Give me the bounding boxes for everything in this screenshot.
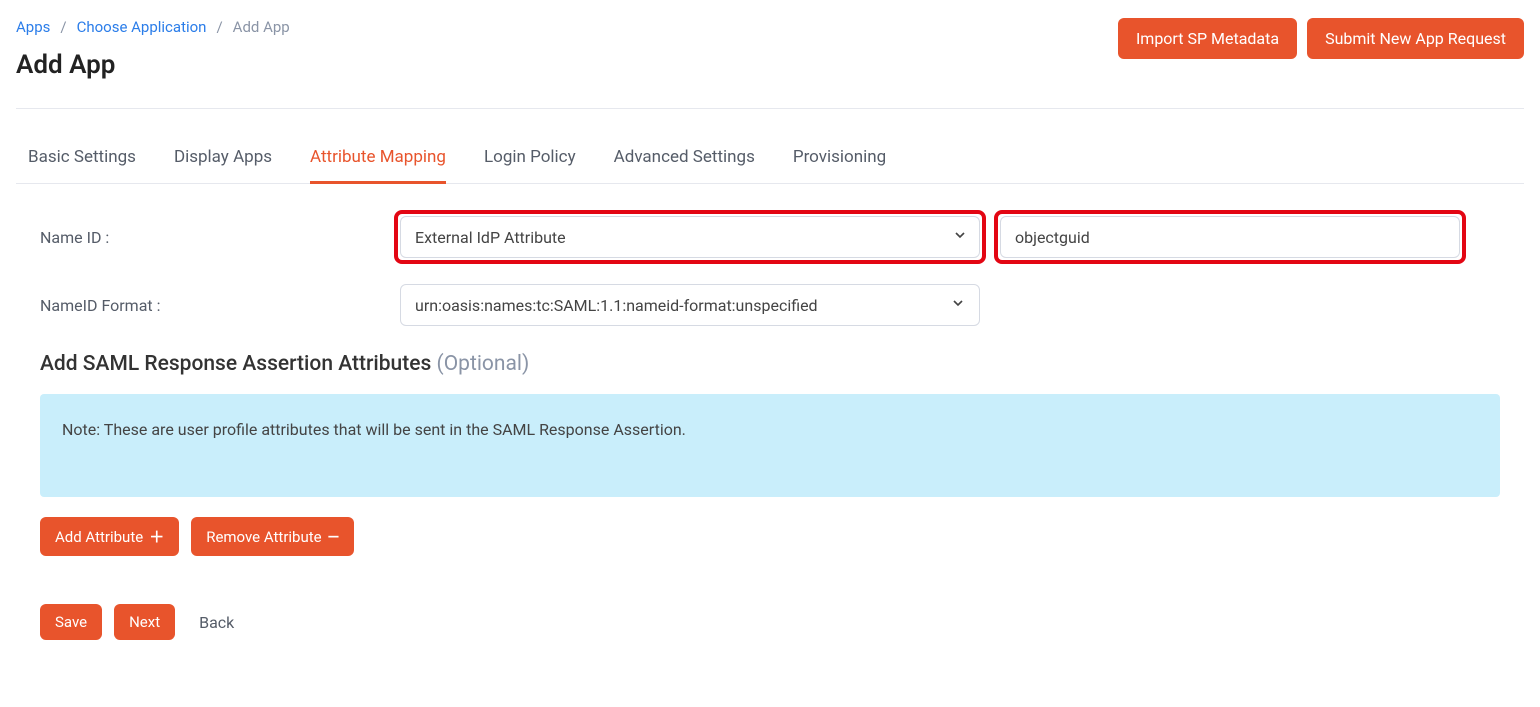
breadcrumb-link-apps[interactable]: Apps — [16, 18, 50, 36]
add-attribute-label: Add Attribute — [55, 528, 143, 546]
save-button[interactable]: Save — [40, 604, 102, 640]
breadcrumb: Apps / Choose Application / Add App — [16, 18, 290, 36]
add-attribute-button[interactable]: Add Attribute ＋ — [40, 517, 179, 556]
remove-attribute-label: Remove Attribute — [206, 528, 321, 546]
section-title: Add SAML Response Assertion Attributes (… — [40, 352, 1500, 376]
breadcrumb-separator: / — [216, 18, 222, 36]
tab-display-apps[interactable]: Display Apps — [174, 139, 272, 184]
note-box: Note: These are user profile attributes … — [40, 394, 1500, 497]
name-id-label: Name ID : — [40, 228, 380, 247]
breadcrumb-current: Add App — [233, 18, 290, 36]
nameid-format-label: NameID Format : — [40, 296, 380, 315]
breadcrumb-link-choose-application[interactable]: Choose Application — [77, 18, 207, 36]
submit-new-app-request-button[interactable]: Submit New App Request — [1307, 18, 1524, 59]
name-id-text-input[interactable] — [1000, 216, 1460, 258]
minus-icon: — — [328, 528, 339, 546]
breadcrumb-separator: / — [60, 18, 66, 36]
plus-icon: ＋ — [149, 528, 164, 546]
tab-advanced-settings[interactable]: Advanced Settings — [614, 139, 755, 184]
back-link[interactable]: Back — [199, 613, 234, 632]
next-button[interactable]: Next — [114, 604, 175, 640]
nameid-format-select[interactable]: urn:oasis:names:tc:SAML:1.1:nameid-forma… — [400, 284, 980, 326]
name-id-select[interactable]: External IdP Attribute — [400, 216, 980, 258]
page-title: Add App — [16, 50, 290, 80]
remove-attribute-button[interactable]: Remove Attribute — — [191, 517, 354, 556]
section-optional: (Optional) — [437, 352, 530, 376]
divider — [16, 108, 1524, 109]
tab-attribute-mapping[interactable]: Attribute Mapping — [310, 139, 446, 184]
tab-basic-settings[interactable]: Basic Settings — [28, 139, 136, 184]
tabs: Basic Settings Display Apps Attribute Ma… — [16, 139, 1524, 184]
import-sp-metadata-button[interactable]: Import SP Metadata — [1118, 18, 1297, 59]
tab-provisioning[interactable]: Provisioning — [793, 139, 886, 184]
section-title-text: Add SAML Response Assertion Attributes — [40, 352, 431, 376]
tab-login-policy[interactable]: Login Policy — [484, 139, 576, 184]
